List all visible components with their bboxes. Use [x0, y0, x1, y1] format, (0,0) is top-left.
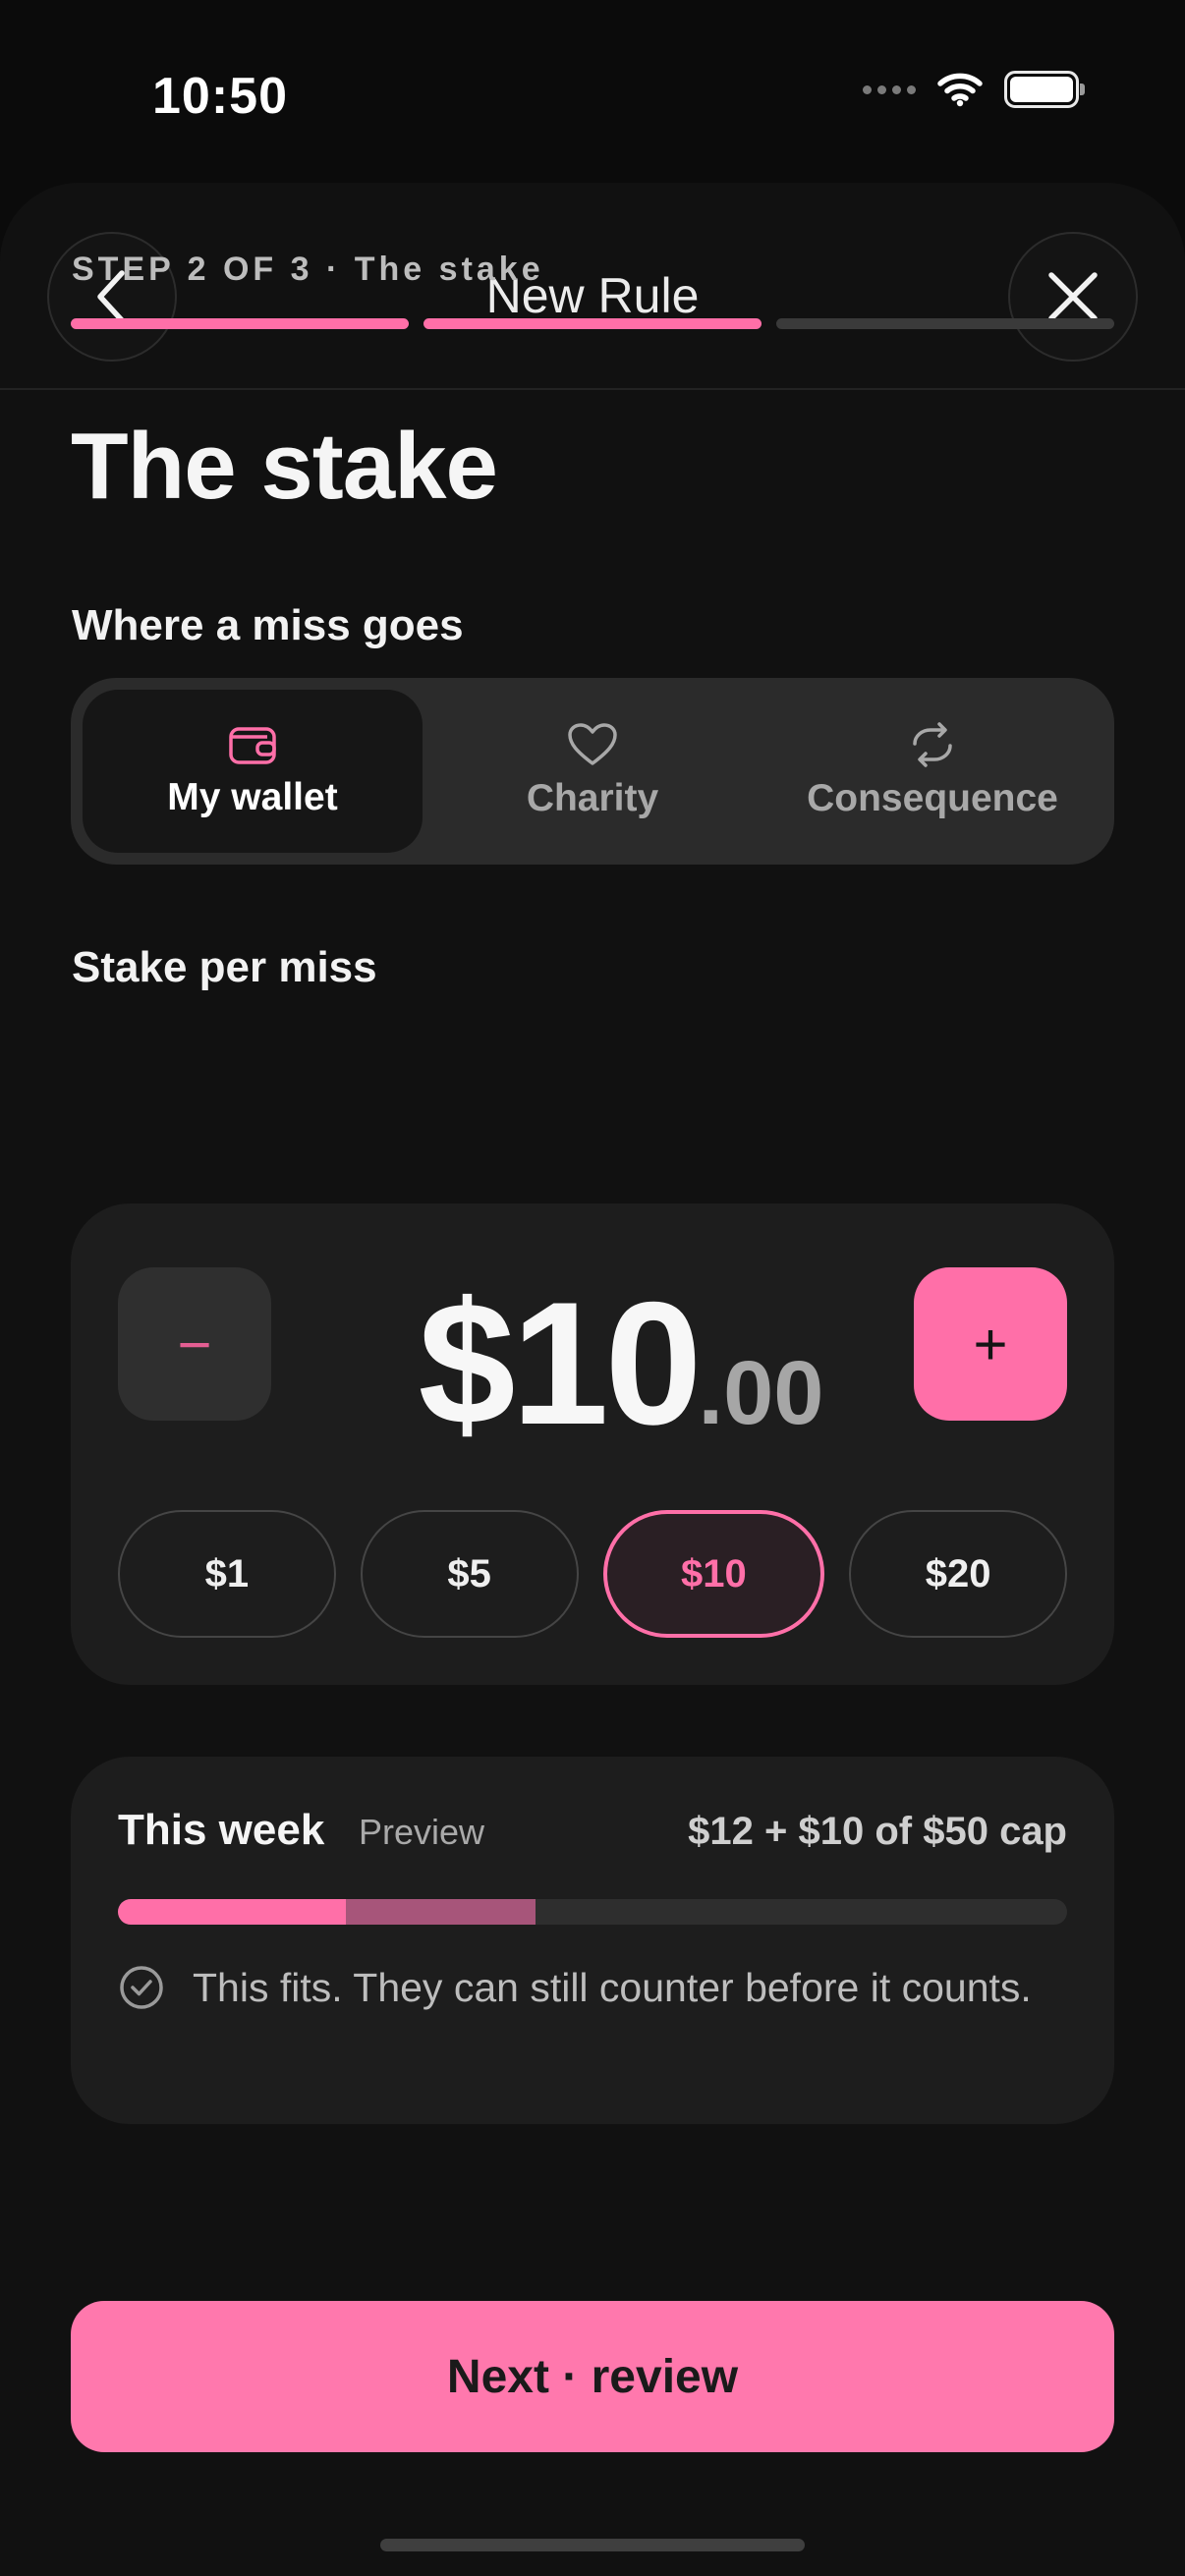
- cap-used-fill: [118, 1899, 346, 1925]
- screen: 10:50 New Rule STEP 2 OF 3 · The stake T…: [0, 0, 1185, 2576]
- page-title: The stake: [71, 414, 498, 519]
- cap-adding-fill: [345, 1899, 536, 1925]
- close-button[interactable]: [1008, 232, 1138, 362]
- stake-amount-dollars: $10: [418, 1265, 703, 1461]
- home-indicator: [380, 2539, 805, 2551]
- destination-option-label: My wallet: [167, 776, 338, 818]
- week-summary: $12 + $10 of $50 cap: [688, 1810, 1067, 1853]
- signal-icon: [863, 84, 916, 94]
- destination-label: Where a miss goes: [72, 601, 464, 649]
- step-label: STEP 2 OF 3 · The stake: [72, 251, 544, 288]
- stake-card: − $10.00 + $1 $5 $10 $20: [71, 1204, 1114, 1685]
- heart-icon: [568, 723, 617, 765]
- preview-tag: Preview: [359, 1812, 485, 1852]
- weekly-cap-bar: [118, 1899, 1067, 1925]
- close-icon: [1048, 272, 1098, 321]
- week-preview-card: This week Preview $12 + $10 of $50 cap T…: [71, 1757, 1114, 2124]
- preset-chip-10[interactable]: $10: [602, 1510, 825, 1638]
- check-circle-icon: [120, 1966, 163, 2009]
- destination-option-label: Consequence: [807, 777, 1058, 819]
- next-review-button[interactable]: Next · review: [71, 2301, 1114, 2452]
- battery-icon: [1004, 71, 1085, 108]
- destination-option-consequence[interactable]: Consequence: [762, 690, 1102, 853]
- progress-segment-2: [423, 318, 762, 329]
- week-note: This fits. They can still counter before…: [193, 1965, 1032, 2010]
- stake-amount-cents: .00: [698, 1343, 824, 1443]
- wallet-icon: [229, 727, 276, 764]
- week-title: This week: [118, 1806, 325, 1854]
- repeat-icon: [913, 722, 952, 767]
- progress-segment-1: [71, 318, 409, 329]
- progress-segment-3: [776, 318, 1114, 329]
- status-time: 10:50: [152, 68, 288, 125]
- stake-label: Stake per miss: [72, 943, 377, 991]
- stake-amount: $10.00: [366, 1262, 876, 1464]
- increment-button[interactable]: +: [914, 1267, 1067, 1421]
- destination-option-label: Charity: [526, 777, 659, 819]
- step-progress: [71, 318, 1114, 329]
- preset-chip-20[interactable]: $20: [849, 1510, 1067, 1638]
- destination-option-wallet[interactable]: My wallet: [83, 690, 423, 853]
- preset-chip-5[interactable]: $5: [360, 1510, 579, 1638]
- wifi-icon: [937, 73, 983, 107]
- status-icons: [863, 71, 1085, 108]
- destination-segmented-control: My wallet Charity Consequence: [71, 678, 1114, 865]
- decrement-button[interactable]: −: [118, 1267, 271, 1421]
- destination-option-charity[interactable]: Charity: [423, 690, 762, 853]
- preset-chips: $1 $5 $10 $20: [118, 1510, 1067, 1638]
- preset-chip-1[interactable]: $1: [118, 1510, 336, 1638]
